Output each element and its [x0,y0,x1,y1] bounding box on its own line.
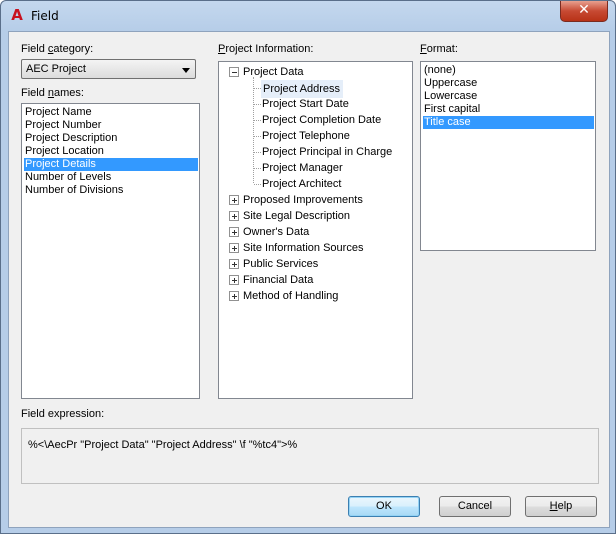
tree-node-group[interactable]: Site Information Sources [243,240,363,256]
tree-node-group[interactable]: Owner's Data [243,224,309,240]
tree-node-child[interactable]: Project Architect [261,176,343,192]
format-listbox[interactable]: (none) Uppercase Lowercase First capital Tit… [420,61,596,251]
expander-h-bar [232,72,237,73]
format-label: Format: [420,43,458,55]
expander-v-bar [234,198,235,203]
field-dialog-window: A Field ✕ Field category: AEC Project Fi… [0,0,616,534]
tree-guide-line [254,184,261,185]
list-item[interactable]: Project Description [24,132,198,145]
list-item[interactable]: Number of Levels [24,171,198,184]
tree-guide-line [254,152,261,153]
tree-guide-line [254,120,261,121]
tree-node-child[interactable]: Project Principal in Charge [261,144,394,160]
list-item[interactable]: First capital [423,103,594,116]
tree-node-group[interactable]: Financial Data [243,272,313,288]
field-names-label: Field names: [21,87,84,99]
list-item[interactable]: (none) [423,64,594,77]
field-category-dropdown[interactable]: AEC Project [21,59,196,79]
close-button[interactable]: ✕ [560,1,608,22]
dialog-client-area: Field category: AEC Project Field names:… [8,31,610,528]
tree-node-child[interactable]: Project Manager [261,160,345,176]
field-category-value: AEC Project [26,63,86,75]
expand-icon[interactable] [229,291,239,301]
expander-v-bar [234,278,235,283]
tree-node-child[interactable]: Project Telephone [261,128,352,144]
list-item[interactable]: Project Details [24,158,198,171]
expander-v-bar [234,294,235,299]
field-expression-value: %<\AecPr "Project Data" "Project Address… [28,439,298,451]
list-item[interactable]: Project Location [24,145,198,158]
tree-guide-line [254,136,261,137]
list-item[interactable]: Number of Divisions [24,184,198,197]
tree-node-group[interactable]: Public Services [243,256,318,272]
expand-icon[interactable] [229,195,239,205]
tree-node-child[interactable]: Project Completion Date [261,112,383,128]
window-title: Field [31,9,59,23]
expand-icon[interactable] [229,211,239,221]
field-expression-box[interactable]: %<\AecPr "Project Data" "Project Address… [21,428,599,484]
cancel-button[interactable]: Cancel [439,496,511,517]
tree-node-group[interactable]: Site Legal Description [243,208,350,224]
project-information-label: Project Information: [218,43,314,55]
help-button[interactable]: Help [525,496,597,517]
expander-v-bar [234,230,235,235]
expand-icon[interactable] [229,227,239,237]
tree-guide-line [254,104,261,105]
expand-icon[interactable] [229,259,239,269]
project-information-tree[interactable]: Project Data Project Address Project Start… [218,61,413,399]
chevron-down-icon [182,68,190,73]
field-names-listbox[interactable]: Project Name Project Number Project Descri… [21,103,200,399]
autocad-logo-icon: A [11,6,23,24]
expand-icon[interactable] [229,243,239,253]
close-icon: ✕ [578,2,590,18]
tree-guide-line [254,88,261,89]
title-bar[interactable]: A Field ✕ [1,1,615,31]
expander-v-bar [234,246,235,251]
field-expression-label: Field expression: [21,408,105,420]
list-item[interactable]: Project Name [24,106,198,119]
list-item[interactable]: Uppercase [423,77,594,90]
list-item[interactable]: Project Number [24,119,198,132]
ok-button[interactable]: OK [348,496,420,517]
field-category-label: Field category: [21,43,94,55]
expander-v-bar [234,214,235,219]
collapse-icon[interactable] [229,67,239,77]
tree-node-group[interactable]: Proposed Improvements [243,192,363,208]
tree-node-child[interactable]: Project Start Date [261,96,351,112]
list-item[interactable]: Title case [423,116,594,129]
list-item[interactable]: Lowercase [423,90,594,103]
expand-icon[interactable] [229,275,239,285]
tree-node-group[interactable]: Method of Handling [243,288,338,304]
expander-v-bar [234,262,235,267]
tree-guide-line [254,168,261,169]
